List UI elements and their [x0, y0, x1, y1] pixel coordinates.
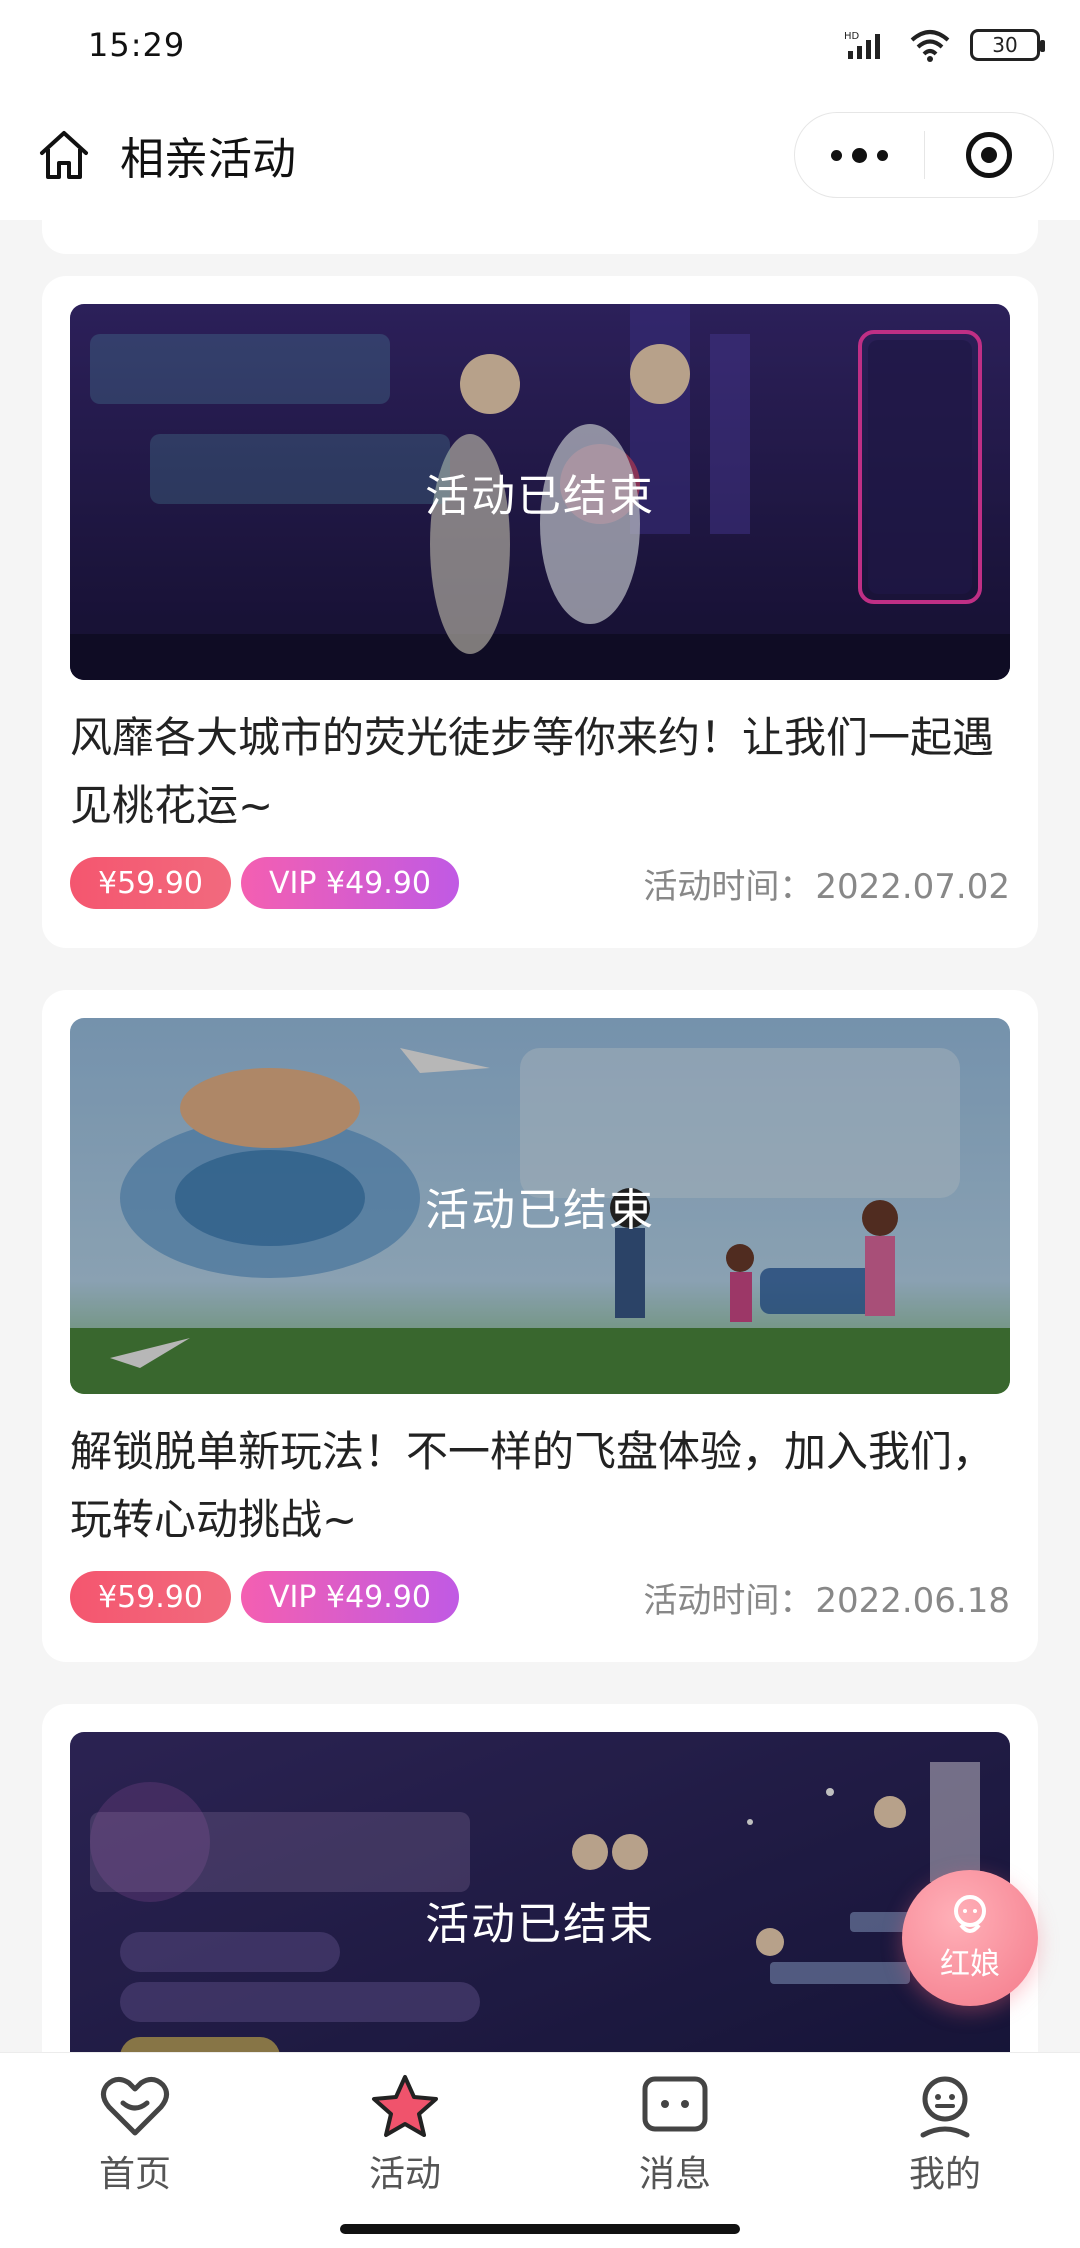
tab-profile[interactable]: 我的: [810, 2053, 1080, 2248]
activity-meta: ¥59.90 VIP ¥49.90 活动时间：2022.06.18: [70, 1570, 1010, 1624]
previous-card-tail: [42, 220, 1038, 254]
close-program-button[interactable]: [925, 113, 1054, 197]
activity-banner[interactable]: 活动已结束: [70, 1018, 1010, 1394]
tab-label: 我的: [908, 2154, 981, 2195]
activity-date-value: 2022.06.18: [815, 1580, 1010, 1621]
status-time: 15:29: [88, 26, 186, 64]
activity-banner[interactable]: 活动已结束: [70, 1732, 1010, 2052]
activity-card[interactable]: 活动已结束 风靡各大城市的荧光徒步等你来约！让我们一起遇见桃花运~ ¥59.90…: [42, 276, 1038, 948]
svg-text:HD: HD: [844, 31, 860, 42]
matchmaker-float-button[interactable]: 红娘: [902, 1870, 1038, 2006]
wifi-icon: [910, 30, 950, 62]
status-bar: 15:29 HD 30: [0, 0, 1080, 90]
activity-date: 活动时间：2022.07.02: [643, 859, 1010, 908]
signal-icon: HD: [844, 31, 880, 59]
heart-face-icon: [101, 2077, 169, 2136]
target-icon: [965, 132, 1012, 178]
nav-bar: 相亲活动: [0, 90, 1080, 220]
mini-program-capsule: [794, 112, 1054, 198]
activity-list[interactable]: 活动已结束 风靡各大城市的荧光徒步等你来约！让我们一起遇见桃花运~ ¥59.90…: [0, 220, 1080, 2052]
user-icon: [920, 2076, 970, 2138]
tab-messages[interactable]: 消息: [540, 2053, 810, 2248]
home-indicator[interactable]: [340, 2224, 740, 2234]
price-tag: ¥59.90: [70, 857, 231, 909]
activity-meta: ¥59.90 VIP ¥49.90 活动时间：2022.07.02: [70, 856, 1010, 910]
battery-level: 30: [992, 33, 1018, 57]
ended-overlay: 活动已结束: [70, 1018, 1010, 1394]
more-dot-icon: [851, 147, 867, 163]
activity-date: 活动时间：2022.06.18: [643, 1573, 1010, 1622]
battery-icon: 30: [970, 29, 1045, 61]
matchmaker-label: 红娘: [940, 1947, 1000, 1982]
tab-label: 消息: [638, 2154, 711, 2195]
tab-label: 首页: [98, 2154, 171, 2195]
tab-bar: 首页 活动 消息 我的: [0, 2052, 1080, 2248]
tab-home[interactable]: 首页: [0, 2053, 270, 2248]
page-title: 相亲活动: [120, 134, 296, 185]
more-button[interactable]: [795, 113, 924, 197]
activity-title: 风靡各大城市的荧光徒步等你来约！让我们一起遇见桃花运~: [70, 713, 995, 830]
activity-title: 解锁脱单新玩法！不一样的飞盘体验，加入我们，玩转心动挑战~: [70, 1427, 995, 1544]
matchmaker-icon: [954, 1895, 986, 1933]
activity-card[interactable]: 活动已结束 解锁脱单新玩法！不一样的飞盘体验，加入我们，玩转心动挑战~ ¥59.…: [42, 990, 1038, 1662]
ended-overlay: 活动已结束: [70, 304, 1010, 680]
tab-activity[interactable]: 活动: [270, 2053, 540, 2248]
tab-label: 活动: [368, 2154, 441, 2195]
activity-date-label: 活动时间：: [643, 866, 814, 907]
more-dot-icon: [830, 149, 842, 161]
ended-overlay: 活动已结束: [70, 1732, 1010, 2052]
status-icons: HD 30: [844, 28, 1045, 62]
activity-banner[interactable]: 活动已结束: [70, 304, 1010, 680]
activity-card[interactable]: 活动已结束: [42, 1704, 1038, 2052]
activity-date-value: 2022.07.02: [815, 866, 1010, 907]
vip-price-tag: VIP ¥49.90: [240, 1571, 459, 1623]
home-icon[interactable]: [36, 127, 92, 183]
message-icon: [642, 2076, 708, 2132]
vip-price-tag: VIP ¥49.90: [240, 857, 459, 909]
price-tag: ¥59.90: [70, 1571, 231, 1623]
activity-date-label: 活动时间：: [643, 1580, 814, 1621]
more-dot-icon: [876, 149, 888, 161]
star-icon: [372, 2075, 438, 2137]
